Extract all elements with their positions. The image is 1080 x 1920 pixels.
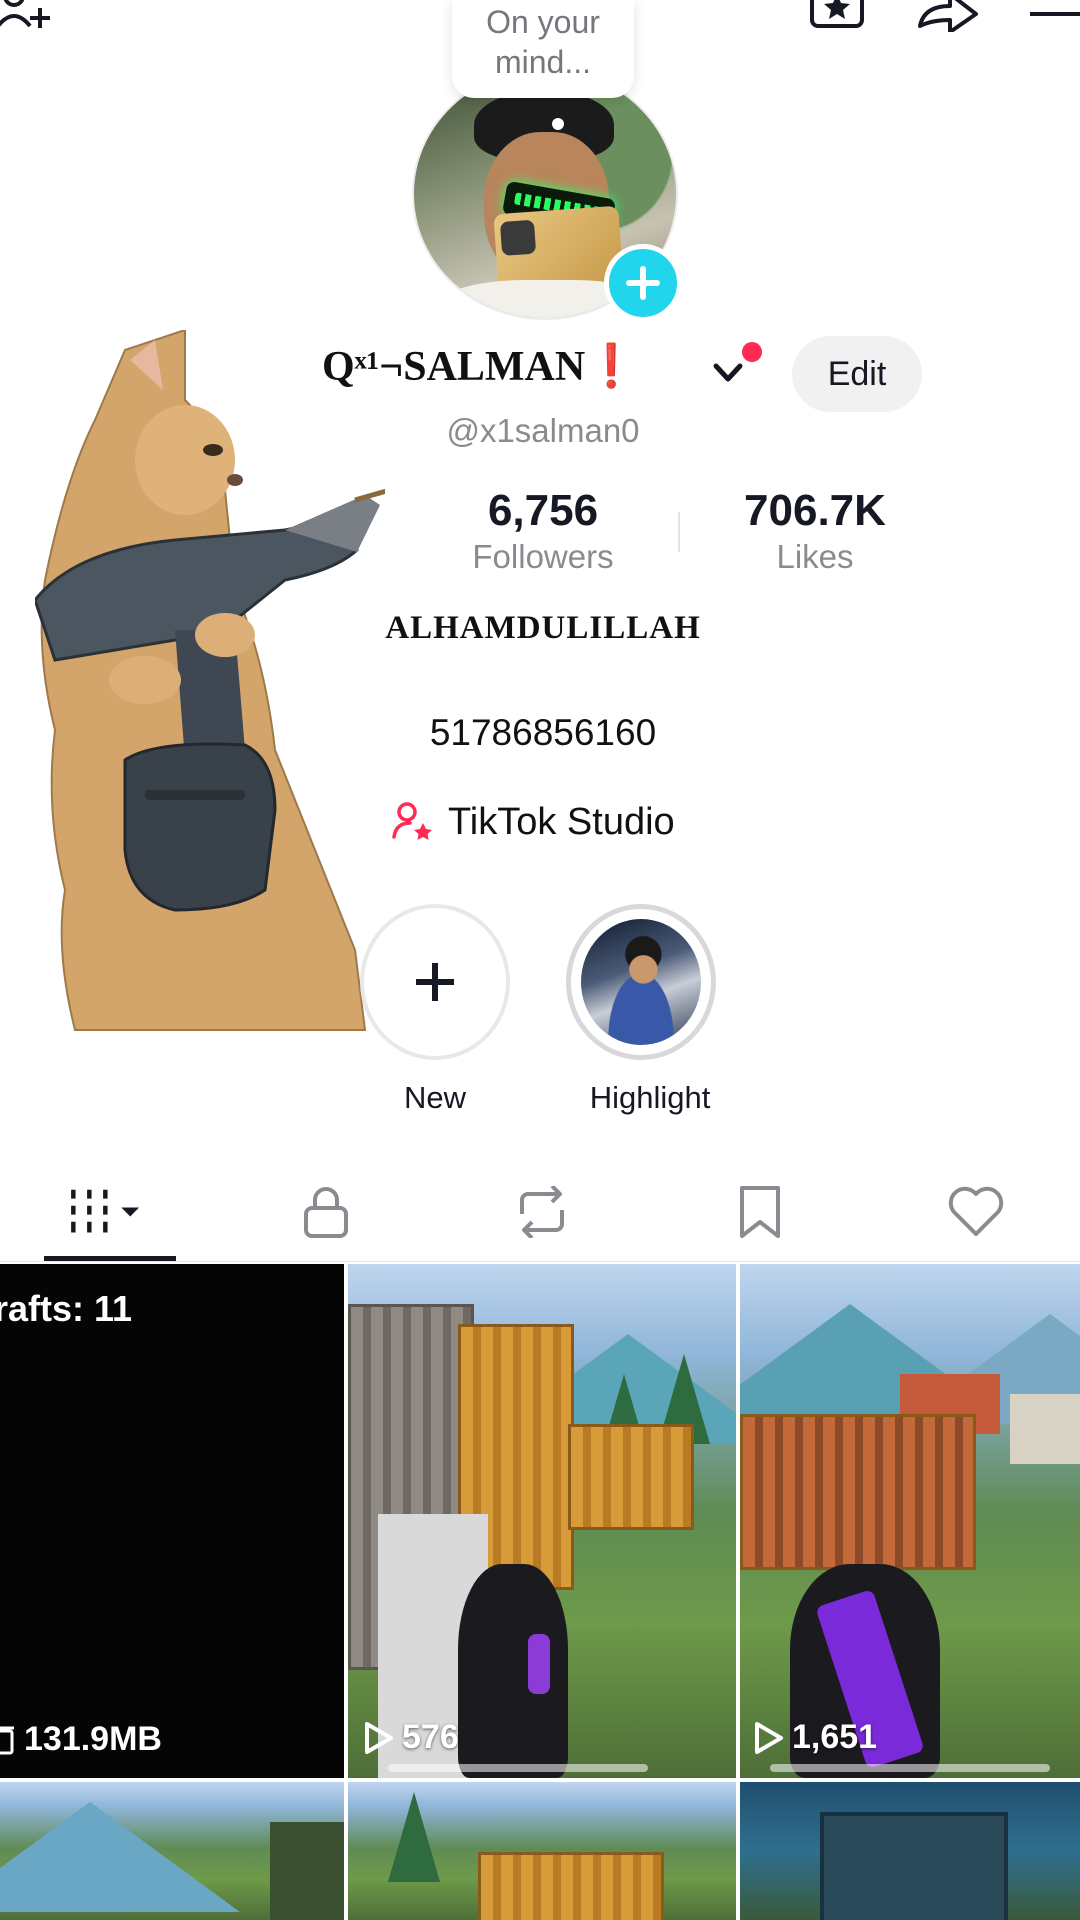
liked-heart-icon [948, 1186, 1004, 1236]
username: @x1salman0 [446, 412, 640, 449]
note-bubble[interactable]: On your mind... [452, 0, 634, 98]
scene-structure [820, 1812, 1008, 1920]
scene-character [458, 1564, 568, 1778]
play-icon [365, 1721, 393, 1754]
creator-star-icon [392, 802, 432, 840]
menu-icon[interactable] [1030, 0, 1080, 32]
scene-container [478, 1852, 664, 1920]
followers-label: Followers [472, 538, 614, 575]
stats-divider [678, 512, 680, 552]
add-friend-icon[interactable] [0, 0, 58, 32]
reposts-icon [520, 1186, 564, 1238]
likes-stat[interactable]: 706.7K Likes [712, 486, 918, 576]
tiktok-studio-label: TikTok Studio [448, 800, 675, 843]
trash-icon [0, 1726, 14, 1754]
drafts-size-text: 131.9MB [24, 1720, 162, 1758]
likes-label: Likes [776, 538, 854, 575]
highlight-thumbnail [581, 919, 701, 1045]
scene-building [1010, 1394, 1080, 1464]
scene-mountain [0, 1802, 240, 1912]
bio-line-1: ALHAMDULILLAH [385, 610, 701, 646]
scene-container [740, 1414, 976, 1570]
video-thumbnail[interactable] [0, 1782, 344, 1920]
highlight-story[interactable] [566, 904, 716, 1060]
scene-container [568, 1424, 694, 1530]
video-progress-bar [770, 1764, 1050, 1772]
video-thumbnail[interactable] [740, 1782, 1080, 1920]
likes-count: 706.7K [744, 486, 886, 535]
share-icon[interactable] [916, 0, 980, 32]
videos-grid-icon [71, 1189, 140, 1233]
saved-tab[interactable] [720, 1180, 800, 1244]
cat-drill-sticker [35, 330, 385, 1031]
liked-tab[interactable] [936, 1180, 1016, 1244]
videos-grid-tab[interactable] [68, 1180, 148, 1244]
tabs-divider [0, 1261, 1080, 1262]
video-thumbnail[interactable]: 576 [348, 1264, 736, 1778]
exclamation-mark: ❗ [585, 344, 638, 390]
view-count-text: 1,651 [792, 1718, 878, 1756]
view-count: 576 [364, 1718, 459, 1757]
private-lock-icon [304, 1187, 348, 1238]
plus-icon [626, 266, 660, 300]
play-icon [755, 1721, 783, 1754]
reposts-tab[interactable] [502, 1180, 582, 1244]
favorites-icon[interactable] [808, 0, 866, 32]
tiktok-studio-link[interactable]: TikTok Studio [392, 796, 675, 848]
saved-bookmark-icon [740, 1186, 780, 1238]
drafts-size: 131.9MB [0, 1720, 162, 1759]
note-bubble-tail [552, 118, 564, 130]
chevron-down-icon[interactable] [708, 352, 748, 392]
followers-count: 6,756 [487, 486, 599, 535]
display-name-text: Qˣ¹¬SALMAN [322, 344, 586, 390]
bio-line-2: 51786856160 [429, 712, 657, 753]
note-bubble-text: On your mind... [486, 4, 600, 80]
view-count-text: 576 [402, 1718, 459, 1756]
edit-profile-button[interactable]: Edit [792, 336, 922, 412]
plus-icon [416, 963, 454, 1001]
new-highlight-button[interactable] [360, 904, 510, 1060]
notification-dot [742, 342, 762, 362]
display-name: Qˣ¹¬SALMAN❗ [322, 342, 638, 391]
new-highlight-label: New [403, 1080, 466, 1115]
video-thumbnail[interactable]: 1,651 [740, 1264, 1080, 1778]
add-story-button[interactable] [604, 244, 682, 322]
view-count: 1,651 [754, 1718, 877, 1757]
drafts-tile[interactable]: rafts: 11 131.9MB [0, 1264, 344, 1778]
private-tab[interactable] [286, 1180, 366, 1244]
video-thumbnail[interactable] [348, 1782, 736, 1920]
drafts-count: rafts: 11 [0, 1288, 133, 1329]
scene-structure [270, 1822, 344, 1920]
scene-tree [388, 1792, 440, 1882]
video-progress-bar [388, 1764, 648, 1772]
scene-weapon [528, 1634, 550, 1694]
highlight-label: Highlight [589, 1080, 711, 1115]
followers-stat[interactable]: 6,756 Followers [440, 486, 646, 576]
